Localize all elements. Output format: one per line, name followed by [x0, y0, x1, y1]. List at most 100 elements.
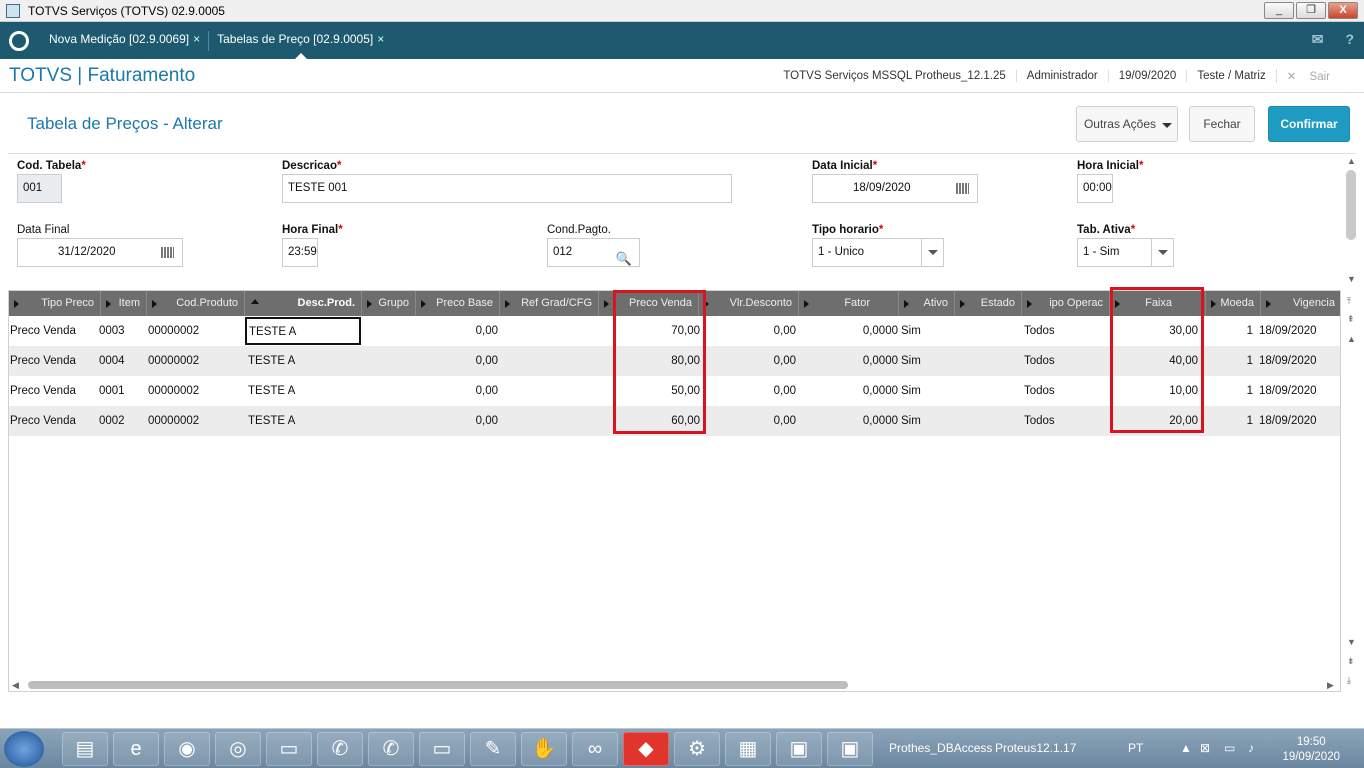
explorer-icon[interactable]: ▤ — [62, 732, 108, 766]
confirm-button[interactable]: Confirmar — [1268, 106, 1350, 142]
scroll-bottom-icon[interactable]: ⤓ — [1347, 675, 1351, 686]
col-tipo-preco[interactable]: Tipo Preco — [9, 291, 101, 316]
cell-vlr-desconto: 0,00 — [773, 325, 796, 337]
display-icon[interactable]: ▭ — [1224, 741, 1235, 755]
col-cod-produto[interactable]: Cod.Produto — [147, 291, 245, 316]
screen-icon[interactable]: ▣ — [776, 732, 822, 766]
monitor-icon[interactable]: ▭ — [266, 732, 312, 766]
glove-icon[interactable]: ✋ — [521, 732, 567, 766]
cond-pagto-field[interactable]: 012 🔍 — [547, 238, 640, 267]
scrollbar-thumb[interactable] — [1346, 170, 1356, 240]
tray-label[interactable]: Prothes_DBAccess — [889, 741, 992, 755]
hora-final-field[interactable]: 23:59 — [282, 238, 318, 267]
start-button[interactable] — [4, 731, 44, 767]
col-item[interactable]: Item — [101, 291, 147, 316]
paint-icon[interactable]: ✎ — [470, 732, 516, 766]
col-vlr-desconto[interactable]: Vlr.Desconto — [699, 291, 799, 316]
scroll-left-icon[interactable]: ◀ — [12, 680, 19, 691]
cell-moeda: 1 — [1246, 415, 1253, 427]
cond-pagto-value: 012 — [553, 246, 573, 258]
tab-ativa-select[interactable]: 1 - Sim — [1077, 238, 1174, 267]
anydesk-icon[interactable]: ◆ — [623, 732, 669, 766]
cell-item: 0003 — [99, 325, 125, 337]
more-actions-button[interactable]: Outras Ações — [1076, 106, 1178, 142]
scrollbar-thumb[interactable] — [28, 681, 848, 689]
col-fator[interactable]: Fator — [799, 291, 899, 316]
close-tab-icon[interactable]: × — [377, 32, 384, 46]
col-ativo[interactable]: Ativo — [899, 291, 955, 316]
cell-desc-prod-selected[interactable]: TESTE A — [245, 317, 361, 345]
col-vigencia[interactable]: Vigencia — [1261, 291, 1340, 316]
clock[interactable]: 19:50 19/09/2020 — [1282, 735, 1340, 765]
phone-icon[interactable]: ✆ — [317, 732, 363, 766]
cell-tipo-operac: Todos — [1024, 415, 1055, 427]
monitor-icon[interactable]: ▭ — [419, 732, 465, 766]
descricao-field[interactable]: TESTE 001 — [282, 174, 732, 203]
chevron-down-icon[interactable] — [1151, 239, 1173, 266]
scroll-up-icon[interactable]: ▲ — [1347, 334, 1356, 344]
screen-icon[interactable]: ▣ — [827, 732, 873, 766]
cell-tipo-preco: Preco Venda — [10, 415, 76, 427]
scroll-down-icon[interactable]: ▼ — [1347, 274, 1356, 284]
scroll-up-icon[interactable]: ▲ — [1347, 156, 1356, 166]
grid-horizontal-scrollbar[interactable]: ◀ ▶ — [8, 677, 1341, 693]
chrome-icon[interactable]: ◎ — [215, 732, 261, 766]
chevron-down-icon[interactable] — [921, 239, 943, 266]
phone-icon[interactable]: ✆ — [368, 732, 414, 766]
col-estado[interactable]: Estado — [955, 291, 1022, 316]
close-button[interactable]: Fechar — [1189, 106, 1255, 142]
scroll-top-icon[interactable]: ⤒ — [1347, 296, 1351, 307]
hora-inicial-field[interactable]: 00:00 — [1077, 174, 1113, 203]
totvs-logo-icon[interactable] — [9, 30, 29, 51]
tab-tabelas-preco[interactable]: Tabelas de Preço [02.9.0005] × — [209, 22, 392, 59]
grid-vertical-scrollbar[interactable]: ⤒ ⇞ ▲ ▼ ⇟ ⤓ — [1344, 292, 1358, 692]
settings-icon[interactable]: ⚙ — [674, 732, 720, 766]
cod-tabela-label: Cod. Tabela* — [17, 160, 86, 172]
help-icon[interactable]: ? — [1345, 31, 1354, 48]
scroll-page-down-icon[interactable]: ⇟ — [1347, 656, 1355, 667]
col-moeda[interactable]: Moeda — [1206, 291, 1261, 316]
close-tab-icon[interactable]: × — [193, 32, 200, 46]
data-inicial-field[interactable]: 18/09/2020 — [812, 174, 978, 203]
col-preco-base[interactable]: Preco Base — [416, 291, 500, 316]
cell-fator: 0,0000 — [862, 415, 898, 427]
sort-up-icon — [251, 299, 259, 304]
logout-button[interactable]: ✕ Sair — [1275, 69, 1350, 83]
col-tipo-operac[interactable]: ipo Operac — [1022, 291, 1110, 316]
calendar-icon[interactable] — [161, 247, 174, 258]
scroll-down-icon[interactable]: ▼ — [1347, 637, 1356, 647]
mail-icon[interactable]: ✉ — [1312, 31, 1324, 48]
col-ref-grad[interactable]: Ref Grad/CFG — [500, 291, 599, 316]
search-icon[interactable]: 🔍 — [616, 245, 632, 272]
cell-desc-prod: TESTE A — [248, 355, 296, 367]
minimize-button[interactable]: _ — [1264, 2, 1294, 19]
branch-label[interactable]: Teste / Matriz — [1186, 70, 1275, 82]
form-scrollbar[interactable]: ▲ ▼ — [1344, 156, 1358, 288]
app-icon — [6, 3, 20, 18]
tray-arrow-icon[interactable]: ▲ — [1180, 741, 1192, 755]
tray-label[interactable]: Proteus12.1.17 — [995, 741, 1076, 755]
close-window-button[interactable]: X — [1328, 2, 1358, 19]
calculator-icon[interactable]: ▦ — [725, 732, 771, 766]
restore-button[interactable]: ❐ — [1296, 2, 1326, 19]
more-actions-label: Outras Ações — [1083, 117, 1157, 131]
data-final-field[interactable]: 31/12/2020 — [17, 238, 183, 267]
col-grupo[interactable]: Grupo — [362, 291, 416, 316]
infinity-icon[interactable]: ∞ — [572, 732, 618, 766]
scroll-page-up-icon[interactable]: ⇞ — [1347, 314, 1355, 325]
cell-preco-base: 0,00 — [475, 355, 498, 367]
remote-icon[interactable]: ◉ — [164, 732, 210, 766]
col-desc-prod[interactable]: Desc.Prod. — [245, 291, 362, 316]
ie-icon[interactable]: e — [113, 732, 159, 766]
tab-nova-medicao[interactable]: Nova Medição [02.9.0069] × — [41, 22, 208, 59]
cell-cod-produto: 00000002 — [148, 325, 200, 337]
cell-cod-produto: 00000002 — [148, 415, 200, 427]
tipo-horario-select[interactable]: 1 - Unico — [812, 238, 944, 267]
language-indicator[interactable]: PT — [1128, 741, 1143, 755]
calendar-icon[interactable] — [956, 183, 969, 194]
logout-label: Sair — [1309, 71, 1330, 83]
scroll-right-icon[interactable]: ▶ — [1327, 680, 1334, 691]
network-icon[interactable]: ⊠ — [1200, 741, 1210, 755]
volume-icon[interactable]: ♪ — [1248, 741, 1254, 755]
tab-label: Nova Medição [02.9.0069] — [49, 32, 190, 46]
